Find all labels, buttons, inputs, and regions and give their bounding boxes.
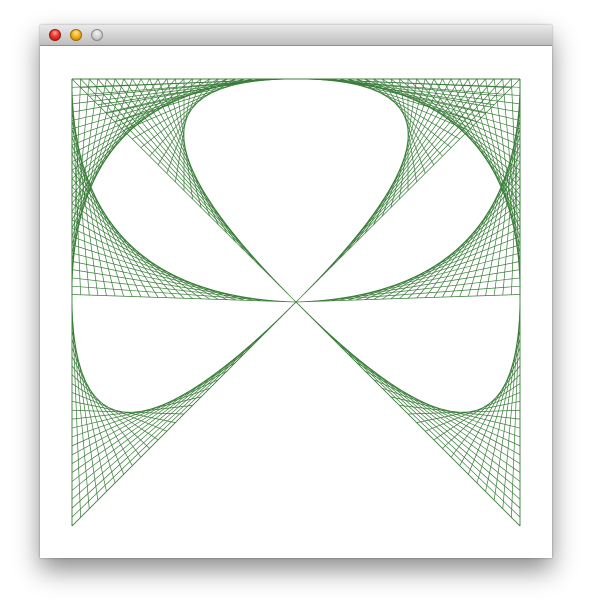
drawing-canvas xyxy=(40,46,552,558)
string-line xyxy=(71,301,297,527)
string-line xyxy=(71,327,271,500)
app-window xyxy=(40,25,552,558)
string-line xyxy=(295,294,521,303)
zoom-button[interactable] xyxy=(91,29,103,41)
string-line xyxy=(71,310,288,518)
string-line xyxy=(321,327,521,500)
string-line xyxy=(71,318,280,509)
minimize-button[interactable] xyxy=(70,29,82,41)
string-line xyxy=(295,301,521,527)
string-art-figure xyxy=(71,78,521,527)
string-line xyxy=(71,285,288,303)
string-line xyxy=(71,294,297,303)
title-bar[interactable] xyxy=(40,25,552,46)
close-button[interactable] xyxy=(49,29,61,41)
string-line xyxy=(304,285,521,303)
string-line xyxy=(304,310,521,518)
string-line xyxy=(312,318,521,509)
